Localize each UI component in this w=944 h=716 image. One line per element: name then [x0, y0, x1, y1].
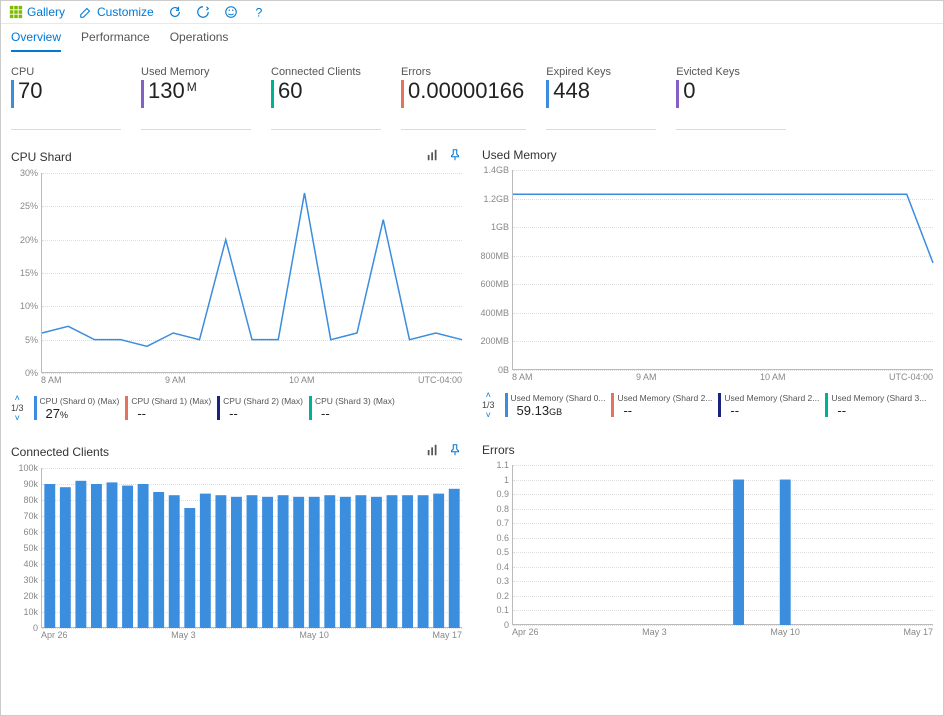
panel-errors: Errors 00.10.20.30.40.50.60.70.80.911.1 … — [482, 443, 933, 640]
kpi-card[interactable]: Evicted Keys 0 — [676, 66, 786, 130]
pin-icon[interactable] — [448, 443, 462, 460]
errors-chart[interactable]: 00.10.20.30.40.50.60.70.80.911.1 — [512, 465, 933, 625]
sparkline — [546, 112, 656, 130]
kpi-unit: M — [187, 80, 197, 94]
pencil-icon — [79, 5, 93, 19]
kpi-card[interactable]: Connected Clients 60 — [271, 66, 381, 130]
legend-item[interactable]: CPU (Shard 1) (Max)-- — [125, 396, 211, 421]
kpi-label: Errors — [401, 66, 526, 78]
x-axis: Apr 26May 3May 10May 17 — [41, 630, 462, 640]
panel-cpu-shard: CPU Shard 0%5%10%15%20%25%30% 8 AM9 AM10… — [11, 148, 462, 423]
panel-connected-clients: Connected Clients 010k20k30k40k50k60k70k… — [11, 443, 462, 640]
chevron-up-icon: ˄ — [15, 393, 20, 403]
x-axis: Apr 26May 3May 10May 17 — [512, 627, 933, 637]
sparkline — [401, 112, 526, 130]
legend: ˄1/3˅Used Memory (Shard 0...59.13GBUsed … — [482, 390, 933, 420]
refresh-button[interactable] — [168, 5, 182, 19]
legend-item[interactable]: Used Memory (Shard 0...59.13GB — [505, 393, 606, 418]
tab-overview[interactable]: Overview — [11, 30, 61, 52]
sparkline — [676, 112, 786, 130]
smiley-icon — [224, 5, 238, 19]
x-axis: 8 AM9 AM10 AMUTC-04:00 — [41, 375, 462, 385]
pin-icon[interactable] — [448, 148, 462, 165]
grid-icon — [9, 5, 23, 19]
legend-item[interactable]: CPU (Shard 2) (Max)-- — [217, 396, 303, 421]
kpi-cards: CPU 70 Used Memory 130 M Connected Clien… — [1, 52, 943, 138]
chart-settings-icon[interactable] — [426, 148, 440, 165]
auto-refresh-button[interactable] — [196, 5, 210, 19]
panel-title: Used Memory — [482, 148, 557, 162]
kpi-card[interactable]: Errors 0.00000166 — [401, 66, 526, 130]
kpi-value: 0.00000166 — [408, 80, 524, 102]
connected-clients-chart[interactable]: 010k20k30k40k50k60k70k80k90k100k — [41, 468, 462, 628]
help-button[interactable]: ? — [252, 5, 266, 19]
svg-text:?: ? — [255, 5, 262, 19]
chevron-up-icon: ˄ — [486, 390, 491, 400]
panel-title: Connected Clients — [11, 445, 109, 459]
legend-item[interactable]: Used Memory (Shard 3...-- — [825, 393, 926, 418]
kpi-card[interactable]: Expired Keys 448 — [546, 66, 656, 130]
sparkline — [11, 112, 121, 130]
kpi-value: 130 — [148, 80, 185, 102]
panel-title: CPU Shard — [11, 150, 72, 164]
refresh-icon — [168, 5, 182, 19]
sparkline — [141, 112, 251, 130]
legend-item[interactable]: CPU (Shard 3) (Max)-- — [309, 396, 395, 421]
tab-operations[interactable]: Operations — [170, 30, 229, 52]
legend-pager[interactable]: ˄1/3˅ — [11, 393, 24, 423]
auto-refresh-icon — [196, 5, 210, 19]
cpu-shard-chart[interactable]: 0%5%10%15%20%25%30% — [41, 173, 462, 373]
kpi-value: 0 — [683, 80, 695, 102]
help-icon: ? — [252, 5, 266, 19]
legend-item[interactable]: Used Memory (Shard 2...-- — [611, 393, 712, 418]
used-memory-chart[interactable]: 0B200MB400MB600MB800MB1GB1.2GB1.4GB — [512, 170, 933, 370]
kpi-value: 70 — [18, 80, 42, 102]
gallery-button[interactable]: Gallery — [9, 5, 65, 19]
kpi-card[interactable]: CPU 70 — [11, 66, 121, 130]
kpi-label: CPU — [11, 66, 121, 78]
chart-settings-icon[interactable] — [426, 443, 440, 460]
kpi-label: Used Memory — [141, 66, 251, 78]
kpi-label: Evicted Keys — [676, 66, 786, 78]
sparkline — [271, 112, 381, 130]
kpi-label: Expired Keys — [546, 66, 656, 78]
legend-item[interactable]: Used Memory (Shard 2...-- — [718, 393, 819, 418]
x-axis: 8 AM9 AM10 AMUTC-04:00 — [512, 372, 933, 382]
chevron-down-icon: ˅ — [486, 410, 491, 420]
kpi-value: 60 — [278, 80, 302, 102]
kpi-label: Connected Clients — [271, 66, 381, 78]
panel-title: Errors — [482, 443, 515, 457]
gallery-label: Gallery — [27, 5, 65, 19]
chevron-down-icon: ˅ — [15, 413, 20, 423]
legend-pager[interactable]: ˄1/3˅ — [482, 390, 495, 420]
tabs: Overview Performance Operations — [1, 24, 943, 52]
kpi-card[interactable]: Used Memory 130 M — [141, 66, 251, 130]
panels-grid: CPU Shard 0%5%10%15%20%25%30% 8 AM9 AM10… — [1, 138, 943, 650]
tab-performance[interactable]: Performance — [81, 30, 150, 52]
kpi-value: 448 — [553, 80, 590, 102]
customize-label: Customize — [97, 5, 154, 19]
legend: ˄1/3˅ CPU (Shard 0) (Max)27%CPU (Shard 1)… — [11, 393, 462, 423]
toolbar: Gallery Customize ? — [1, 1, 943, 24]
legend-item[interactable]: CPU (Shard 0) (Max)27% — [34, 396, 120, 421]
panel-used-memory: Used Memory 0B200MB400MB600MB800MB1GB1.2… — [482, 148, 933, 423]
feedback-button[interactable] — [224, 5, 238, 19]
customize-button[interactable]: Customize — [79, 5, 154, 19]
